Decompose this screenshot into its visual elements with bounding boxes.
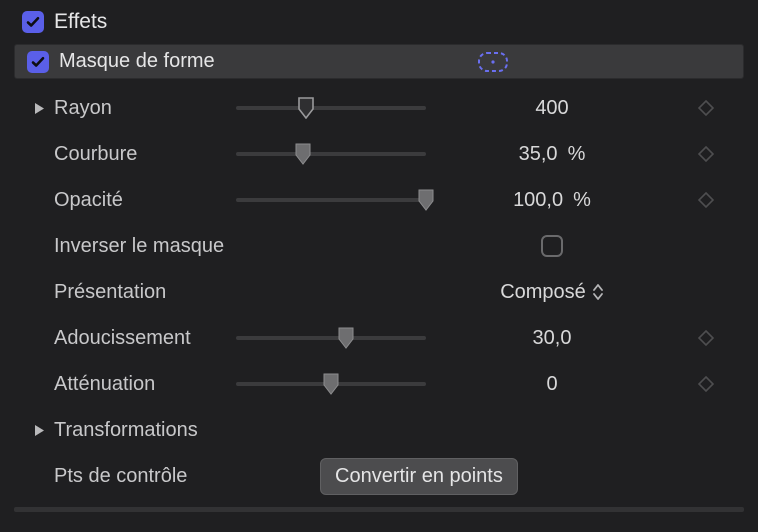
bottom-divider [14,507,744,512]
param-row-attenuation: Atténuation 0 [10,361,748,407]
keyframe-adoucissement[interactable] [698,330,714,346]
shape-mask-icon[interactable] [393,51,593,73]
keyframe-opacite[interactable] [698,192,714,208]
value-courbure[interactable]: 35,0% [452,143,652,166]
slider-thumb-attenuation[interactable] [322,373,340,395]
check-icon [30,54,46,70]
value-adoucissement[interactable]: 30,0 [452,327,652,350]
effect-header-bar[interactable]: Masque de forme [14,44,744,79]
check-icon [25,14,41,30]
param-row-opacite: Opacité 100,0% [10,177,748,223]
shape-mask-checkbox[interactable] [27,51,49,73]
label-opacite: Opacité [54,189,123,212]
presentation-select[interactable]: Composé [500,281,604,304]
label-attenuation: Atténuation [54,373,155,396]
keyframe-rayon[interactable] [698,100,714,116]
effects-title: Effets [54,10,107,34]
slider-courbure[interactable] [236,142,426,166]
value-attenuation[interactable]: 0 [452,373,652,396]
effects-section-header: Effets [10,4,748,44]
inverser-checkbox[interactable] [541,235,563,257]
slider-thumb-opacite[interactable] [417,189,435,211]
param-row-courbure: Courbure 35,0% [10,131,748,177]
value-opacite[interactable]: 100,0% [452,189,652,212]
disclosure-rayon[interactable] [34,102,48,115]
slider-attenuation[interactable] [236,372,426,396]
param-row-transformations: Transformations [10,407,748,453]
label-rayon: Rayon [54,97,112,120]
keyframe-courbure[interactable] [698,146,714,162]
param-row-presentation: Présentation Composé [10,269,748,315]
convert-points-button[interactable]: Convertir en points [320,458,518,495]
slider-thumb-adoucissement[interactable] [337,327,355,349]
label-presentation: Présentation [54,281,166,304]
param-row-inverser: Inverser le masque [10,223,748,269]
param-row-rayon: Rayon 400 [10,85,748,131]
param-row-pts: Pts de contrôle Convertir en points [10,453,748,499]
slider-opacite[interactable] [236,188,426,212]
effects-checkbox[interactable] [22,11,44,33]
label-transformations: Transformations [54,419,198,442]
keyframe-attenuation[interactable] [698,376,714,392]
label-courbure: Courbure [54,143,137,166]
slider-rayon[interactable] [236,96,426,120]
label-inverser: Inverser le masque [54,235,224,258]
slider-adoucissement[interactable] [236,326,426,350]
label-adoucissement: Adoucissement [54,327,191,350]
updown-icon [592,283,604,301]
label-pts: Pts de contrôle [54,465,187,488]
slider-thumb-courbure[interactable] [294,143,312,165]
param-row-adoucissement: Adoucissement 30,0 [10,315,748,361]
disclosure-transformations[interactable] [34,424,48,437]
value-rayon[interactable]: 400 [452,97,652,120]
slider-thumb-rayon[interactable] [297,97,315,119]
effect-title: Masque de forme [59,50,393,73]
